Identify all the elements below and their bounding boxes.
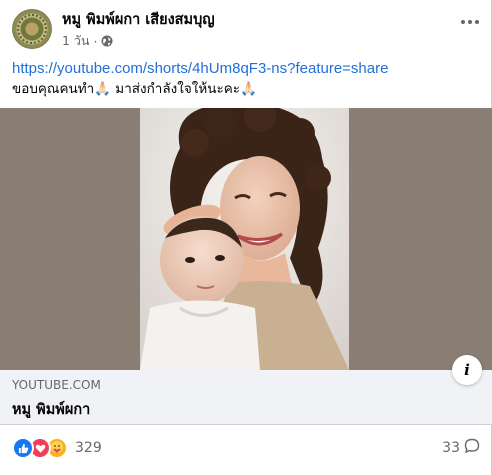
like-reaction-icon (12, 437, 34, 459)
comment-count-button[interactable]: 33 (442, 438, 480, 458)
info-icon[interactable]: i (452, 355, 482, 385)
post-caption: ขอบคุณคนทำ🙏🏻 มาส่งกำลังใจให้นะคะ🙏🏻 (12, 81, 257, 97)
video-thumbnail[interactable] (0, 108, 492, 370)
post-link[interactable]: https://youtube.com/shorts/4hUm8qF3-ns?f… (12, 58, 482, 79)
author-avatar[interactable] (12, 9, 52, 49)
more-options-icon[interactable] (456, 12, 484, 32)
reaction-count: 329 (75, 440, 102, 456)
author-name[interactable]: หมู พิมพ์ผกา เสียงสมบุญ (62, 8, 215, 31)
comment-icon (464, 438, 480, 458)
link-title[interactable]: หมู พิมพ์ผกา (12, 398, 90, 421)
post-time[interactable]: 1 วัน (62, 31, 90, 51)
post-text: https://youtube.com/shorts/4hUm8qF3-ns?f… (12, 58, 482, 100)
link-domain: YOUTUBE.COM (12, 378, 101, 392)
globe-icon[interactable] (101, 35, 113, 47)
link-preview[interactable]: YOUTUBE.COM หมู พิมพ์ผกา (0, 370, 492, 425)
reaction-summary[interactable]: 329 (12, 437, 102, 459)
post-meta: 1 วัน · (62, 31, 113, 51)
post-header: หมู พิมพ์ผกา เสียงสมบุญ 1 วัน · (0, 0, 492, 55)
thumbnail-photo (140, 108, 349, 370)
comment-count: 33 (442, 440, 460, 456)
post-stats: 329 33 (0, 432, 492, 464)
facebook-post: หมู พิมพ์ผกา เสียงสมบุญ 1 วัน · https://… (0, 0, 492, 475)
meta-separator: · (93, 33, 98, 49)
